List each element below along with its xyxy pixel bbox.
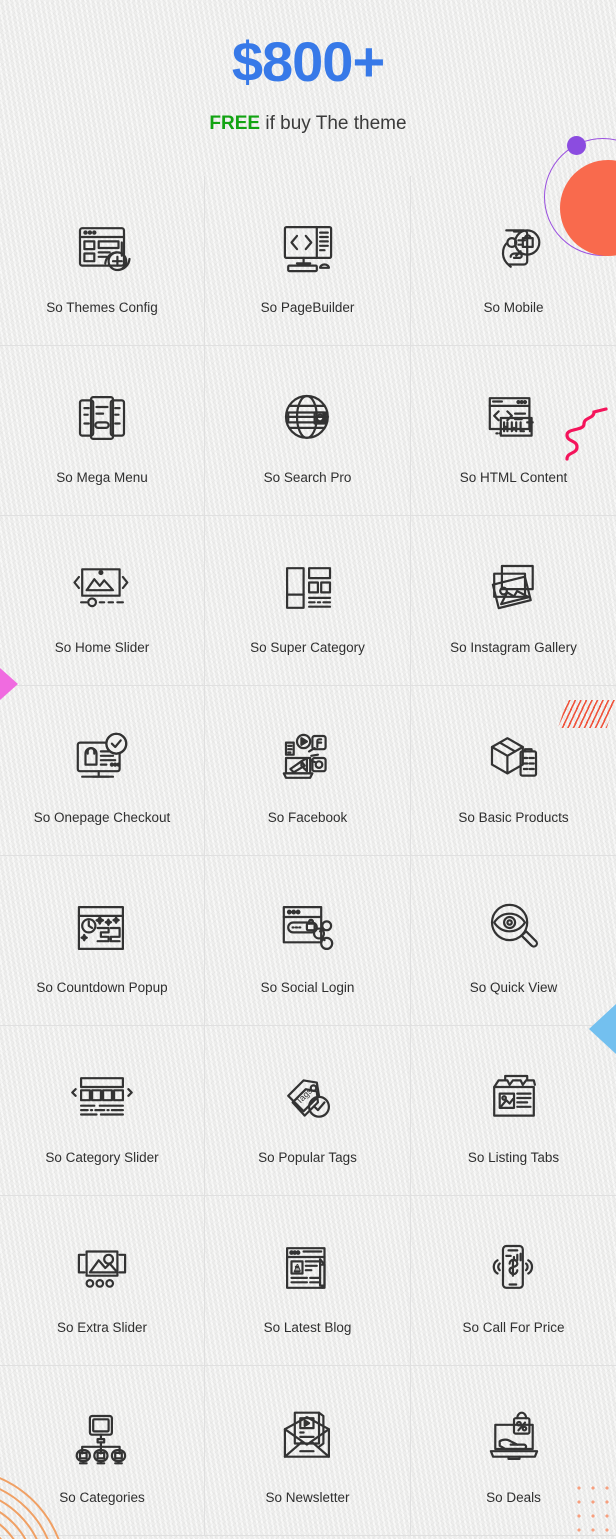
feature-cell[interactable]: So Mega Menu <box>0 346 205 516</box>
feature-label: So Search Pro <box>263 470 352 485</box>
search-pro-icon <box>270 380 346 456</box>
feature-label: So Super Category <box>250 640 365 655</box>
html-content-icon <box>476 380 552 456</box>
feature-cell[interactable]: So Extra Slider <box>0 1196 205 1366</box>
feature-cell[interactable]: So Home Slider <box>0 516 205 686</box>
feature-label: So Social Login <box>260 980 355 995</box>
subtitle-rest: if buy The theme <box>260 113 407 134</box>
feature-cell[interactable]: So Social Login <box>205 856 411 1026</box>
feature-label: So HTML Content <box>459 470 568 485</box>
onepage-checkout-icon <box>64 720 140 796</box>
feature-cell[interactable]: So Listing Tabs <box>411 1026 616 1196</box>
feature-cell[interactable]: So Search Pro <box>205 346 411 516</box>
feature-label: So Popular Tags <box>258 1150 357 1165</box>
basic-products-icon <box>476 720 552 796</box>
feature-label: So Facebook <box>267 810 348 825</box>
mega-menu-icon <box>64 380 140 456</box>
feature-cell[interactable]: So Basic Products <box>411 686 616 856</box>
feature-label: So Quick View <box>469 980 558 995</box>
feature-label: So Extra Slider <box>56 1320 148 1335</box>
super-category-icon <box>270 550 346 626</box>
popular-tags-icon: Tags <box>270 1060 346 1136</box>
feature-label: So Onepage Checkout <box>33 810 171 825</box>
home-slider-icon <box>64 550 140 626</box>
feature-cell[interactable]: A So Latest Blog <box>205 1196 411 1366</box>
deals-icon <box>476 1400 552 1476</box>
feature-cell[interactable]: So Category Slider <box>0 1026 205 1196</box>
feature-label: So PageBuilder <box>260 300 355 315</box>
feature-label: So Basic Products <box>458 810 569 825</box>
subtitle: FREE if buy The theme <box>0 114 616 133</box>
feature-label: So Deals <box>486 1490 541 1505</box>
feature-label: So Mega Menu <box>56 470 148 485</box>
feature-cell[interactable]: So Countdown Popup <box>0 856 205 1026</box>
feature-label: So Instagram Gallery <box>450 640 577 655</box>
feature-label: So Latest Blog <box>263 1320 352 1335</box>
feature-cell[interactable]: So Facebook <box>205 686 411 856</box>
feature-cell[interactable]: So Deals <box>411 1366 616 1536</box>
svg-text:A: A <box>293 1262 301 1274</box>
feature-cell[interactable]: So Themes Config <box>0 176 205 346</box>
quick-view-icon <box>476 890 552 966</box>
feature-cell[interactable]: So HTML Content <box>411 346 616 516</box>
feature-label: So Mobile <box>483 300 544 315</box>
categories-icon <box>64 1400 140 1476</box>
countdown-popup-icon <box>64 890 140 966</box>
feature-label: So Listing Tabs <box>467 1150 560 1165</box>
extra-slider-icon <box>64 1230 140 1306</box>
header: $800+ FREE if buy The theme <box>0 0 616 176</box>
social-login-icon <box>270 890 346 966</box>
feature-label: So Categories <box>59 1490 145 1505</box>
feature-label: So Home Slider <box>54 640 150 655</box>
latest-blog-icon: A <box>270 1230 346 1306</box>
feature-cell[interactable]: So Onepage Checkout <box>0 686 205 856</box>
feature-cell[interactable]: Tags So Popular Tags <box>205 1026 411 1196</box>
listing-tabs-icon <box>476 1060 552 1136</box>
feature-label: So Category Slider <box>45 1150 159 1165</box>
newsletter-icon <box>270 1400 346 1476</box>
instagram-gallery-icon <box>476 550 552 626</box>
feature-cell[interactable]: So Quick View <box>411 856 616 1026</box>
feature-cell[interactable]: So Newsletter <box>205 1366 411 1536</box>
feature-cell[interactable]: So Mobile <box>411 176 616 346</box>
call-for-price-icon <box>476 1230 552 1306</box>
feature-cell[interactable]: So Instagram Gallery <box>411 516 616 686</box>
category-slider-icon <box>64 1060 140 1136</box>
feature-cell[interactable]: So PageBuilder <box>205 176 411 346</box>
feature-cell[interactable]: So Categories <box>0 1366 205 1536</box>
mobile-icon <box>476 210 552 286</box>
feature-cell[interactable]: So Super Category <box>205 516 411 686</box>
promo-page: $800+ FREE if buy The theme So Themes Co… <box>0 0 616 1539</box>
page-title: $800+ <box>231 30 385 93</box>
feature-label: So Countdown Popup <box>36 980 168 995</box>
themes-config-icon <box>64 210 140 286</box>
feature-label: So Newsletter <box>265 1490 350 1505</box>
pagebuilder-icon <box>270 210 346 286</box>
feature-label: So Themes Config <box>46 300 158 315</box>
free-badge-text: FREE <box>209 113 261 134</box>
feature-label: So Call For Price <box>462 1320 565 1335</box>
feature-cell[interactable]: So Call For Price <box>411 1196 616 1366</box>
facebook-icon <box>270 720 346 796</box>
feature-grid: So Themes Config So PageBuilder So Mobile S… <box>0 176 616 1536</box>
